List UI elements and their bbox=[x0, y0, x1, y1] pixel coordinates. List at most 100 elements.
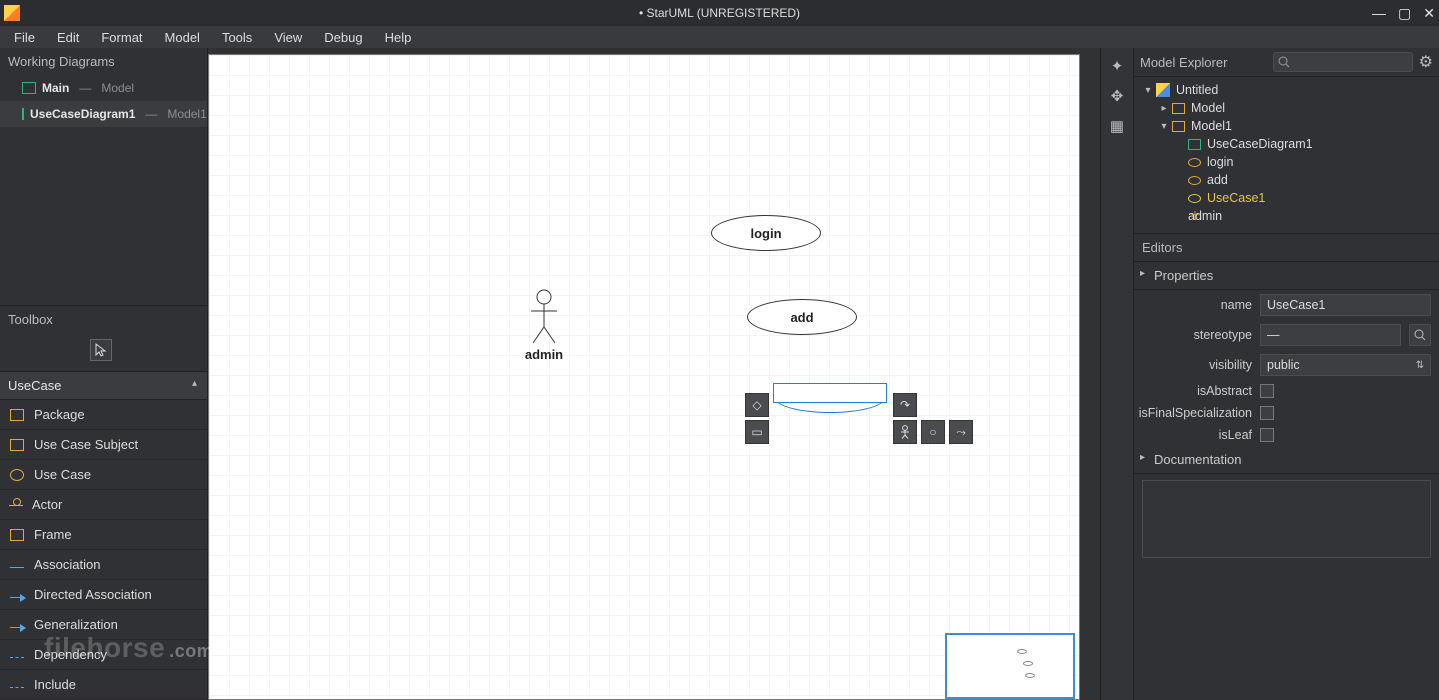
quick-btn-actor[interactable] bbox=[893, 420, 917, 444]
menubar: File Edit Format Model Tools View Debug … bbox=[0, 26, 1439, 48]
model-tree: ▾Untitled ▸Model ▾Model1 UseCaseDiagram1… bbox=[1134, 77, 1439, 233]
diagram-scope: Model1 bbox=[167, 107, 206, 121]
diagram-icon bbox=[22, 82, 36, 94]
visibility-select[interactable]: public⇅ bbox=[1260, 354, 1431, 376]
tool-include[interactable]: Include bbox=[0, 670, 207, 700]
name-input[interactable]: UseCase1 bbox=[1260, 294, 1431, 316]
arrow-icon bbox=[10, 597, 24, 598]
quick-btn-usecase[interactable]: ○ bbox=[921, 420, 945, 444]
tool-actor[interactable]: Actor bbox=[0, 490, 207, 520]
tree-admin[interactable]: ☥admin bbox=[1134, 207, 1439, 225]
minimize-button[interactable]: — bbox=[1372, 5, 1386, 22]
extension-icon[interactable]: ✦ bbox=[1105, 54, 1129, 78]
cursor-icon bbox=[95, 343, 107, 357]
toolbox-title: Toolbox bbox=[0, 305, 207, 333]
stick-figure-icon bbox=[529, 289, 559, 345]
model-explorer-search[interactable] bbox=[1273, 52, 1413, 72]
tree-usecasediagram1[interactable]: UseCaseDiagram1 bbox=[1134, 135, 1439, 153]
tree-model1[interactable]: ▾Model1 bbox=[1134, 117, 1439, 135]
quick-btn-extend[interactable]: ⤳ bbox=[949, 420, 973, 444]
usecase-name-input[interactable] bbox=[773, 383, 887, 403]
tree-login[interactable]: login bbox=[1134, 153, 1439, 171]
close-button[interactable]: ✕ bbox=[1423, 5, 1435, 22]
tool-usecase[interactable]: Use Case bbox=[0, 460, 207, 490]
tree-add[interactable]: add bbox=[1134, 171, 1439, 189]
diagram-item-usecasediagram1[interactable]: UseCaseDiagram1 — Model1 bbox=[0, 101, 207, 127]
menu-help[interactable]: Help bbox=[375, 28, 422, 47]
diagram-icon bbox=[22, 108, 24, 120]
window-title: • StarUML (UNREGISTERED) bbox=[639, 6, 800, 20]
diagram-icon bbox=[1188, 139, 1201, 150]
menu-format[interactable]: Format bbox=[91, 28, 152, 47]
diagram-item-main[interactable]: Main — Model bbox=[0, 75, 207, 101]
stereotype-input[interactable]: — bbox=[1260, 324, 1401, 346]
diagram-name: UseCaseDiagram1 bbox=[30, 107, 135, 121]
package-icon bbox=[1172, 103, 1185, 114]
tool-generalization[interactable]: Generalization bbox=[0, 610, 207, 640]
package-icon bbox=[1172, 121, 1185, 132]
quick-btn-subelement[interactable]: ▭ bbox=[745, 420, 769, 444]
actor-label: admin bbox=[519, 347, 569, 362]
left-sidebar: Working Diagrams Main — Model UseCaseDia… bbox=[0, 48, 208, 700]
isfinalspecialization-checkbox[interactable] bbox=[1260, 406, 1274, 420]
working-diagrams-title: Working Diagrams bbox=[0, 48, 207, 75]
prop-isfinalspecialization: isFinalSpecialization bbox=[1134, 402, 1439, 424]
usecase-label: add bbox=[790, 310, 813, 325]
tool-dependency[interactable]: Dependency bbox=[0, 640, 207, 670]
stereotype-search-button[interactable] bbox=[1409, 324, 1431, 346]
menu-tools[interactable]: Tools bbox=[212, 28, 262, 47]
gear-icon[interactable]: ⚙ bbox=[1419, 52, 1433, 72]
tool-association[interactable]: Association bbox=[0, 550, 207, 580]
chevron-updown-icon: ⇅ bbox=[1416, 360, 1424, 371]
actor-icon: ☥ bbox=[1188, 209, 1202, 223]
canvas-area: login add admin bbox=[208, 48, 1100, 700]
select-tool[interactable] bbox=[90, 339, 112, 361]
properties-section[interactable]: Properties bbox=[1134, 262, 1439, 290]
maximize-button[interactable]: ▢ bbox=[1398, 5, 1411, 22]
actor-admin[interactable]: admin bbox=[519, 289, 569, 362]
menu-debug[interactable]: Debug bbox=[314, 28, 372, 47]
documentation-section[interactable]: Documentation bbox=[1134, 446, 1439, 474]
menu-file[interactable]: File bbox=[4, 28, 45, 47]
search-icon bbox=[1278, 56, 1290, 68]
grid-icon[interactable]: ▦ bbox=[1105, 114, 1129, 138]
package-icon bbox=[10, 409, 24, 421]
quick-btn-right[interactable]: ↷ bbox=[893, 393, 917, 417]
search-icon bbox=[1414, 329, 1426, 341]
generalization-icon bbox=[10, 627, 24, 628]
prop-stereotype: stereotype — bbox=[1134, 320, 1439, 350]
usecase-login[interactable]: login bbox=[711, 215, 821, 251]
menu-edit[interactable]: Edit bbox=[47, 28, 89, 47]
tree-model[interactable]: ▸Model bbox=[1134, 99, 1439, 117]
usecase-add[interactable]: add bbox=[747, 299, 857, 335]
prop-isabstract: isAbstract bbox=[1134, 380, 1439, 402]
toolbox-group-usecase[interactable]: UseCase bbox=[0, 371, 207, 400]
tree-usecase1-selected[interactable]: UseCase1 bbox=[1134, 189, 1439, 207]
tool-package[interactable]: Package bbox=[0, 400, 207, 430]
actor-icon bbox=[900, 425, 910, 439]
diagram-name: Main bbox=[42, 81, 69, 95]
isabstract-checkbox[interactable] bbox=[1260, 384, 1274, 398]
prop-isleaf: isLeaf bbox=[1134, 424, 1439, 446]
minimap[interactable] bbox=[945, 633, 1075, 699]
right-toolbar: ✦ ✥ ▦ bbox=[1100, 48, 1134, 700]
tool-frame[interactable]: Frame bbox=[0, 520, 207, 550]
project-icon bbox=[1156, 83, 1170, 97]
documentation-textarea[interactable] bbox=[1142, 480, 1431, 558]
actor-icon bbox=[10, 498, 22, 512]
quick-btn-left[interactable]: ◇ bbox=[745, 393, 769, 417]
frame-icon bbox=[10, 529, 24, 541]
tool-usecase-subject[interactable]: Use Case Subject bbox=[0, 430, 207, 460]
diagram-canvas[interactable]: login add admin bbox=[208, 54, 1080, 700]
isleaf-checkbox[interactable] bbox=[1260, 428, 1274, 442]
rect-icon bbox=[10, 439, 24, 451]
menu-model[interactable]: Model bbox=[155, 28, 210, 47]
titlebar: • StarUML (UNREGISTERED) — ▢ ✕ bbox=[0, 0, 1439, 26]
ellipse-icon bbox=[10, 469, 24, 481]
tree-root[interactable]: ▾Untitled bbox=[1134, 81, 1439, 99]
model-explorer-title: Model Explorer bbox=[1140, 55, 1227, 70]
navigator-icon[interactable]: ✥ bbox=[1105, 84, 1129, 108]
tool-directed-association[interactable]: Directed Association bbox=[0, 580, 207, 610]
app-icon bbox=[4, 5, 20, 21]
menu-view[interactable]: View bbox=[264, 28, 312, 47]
